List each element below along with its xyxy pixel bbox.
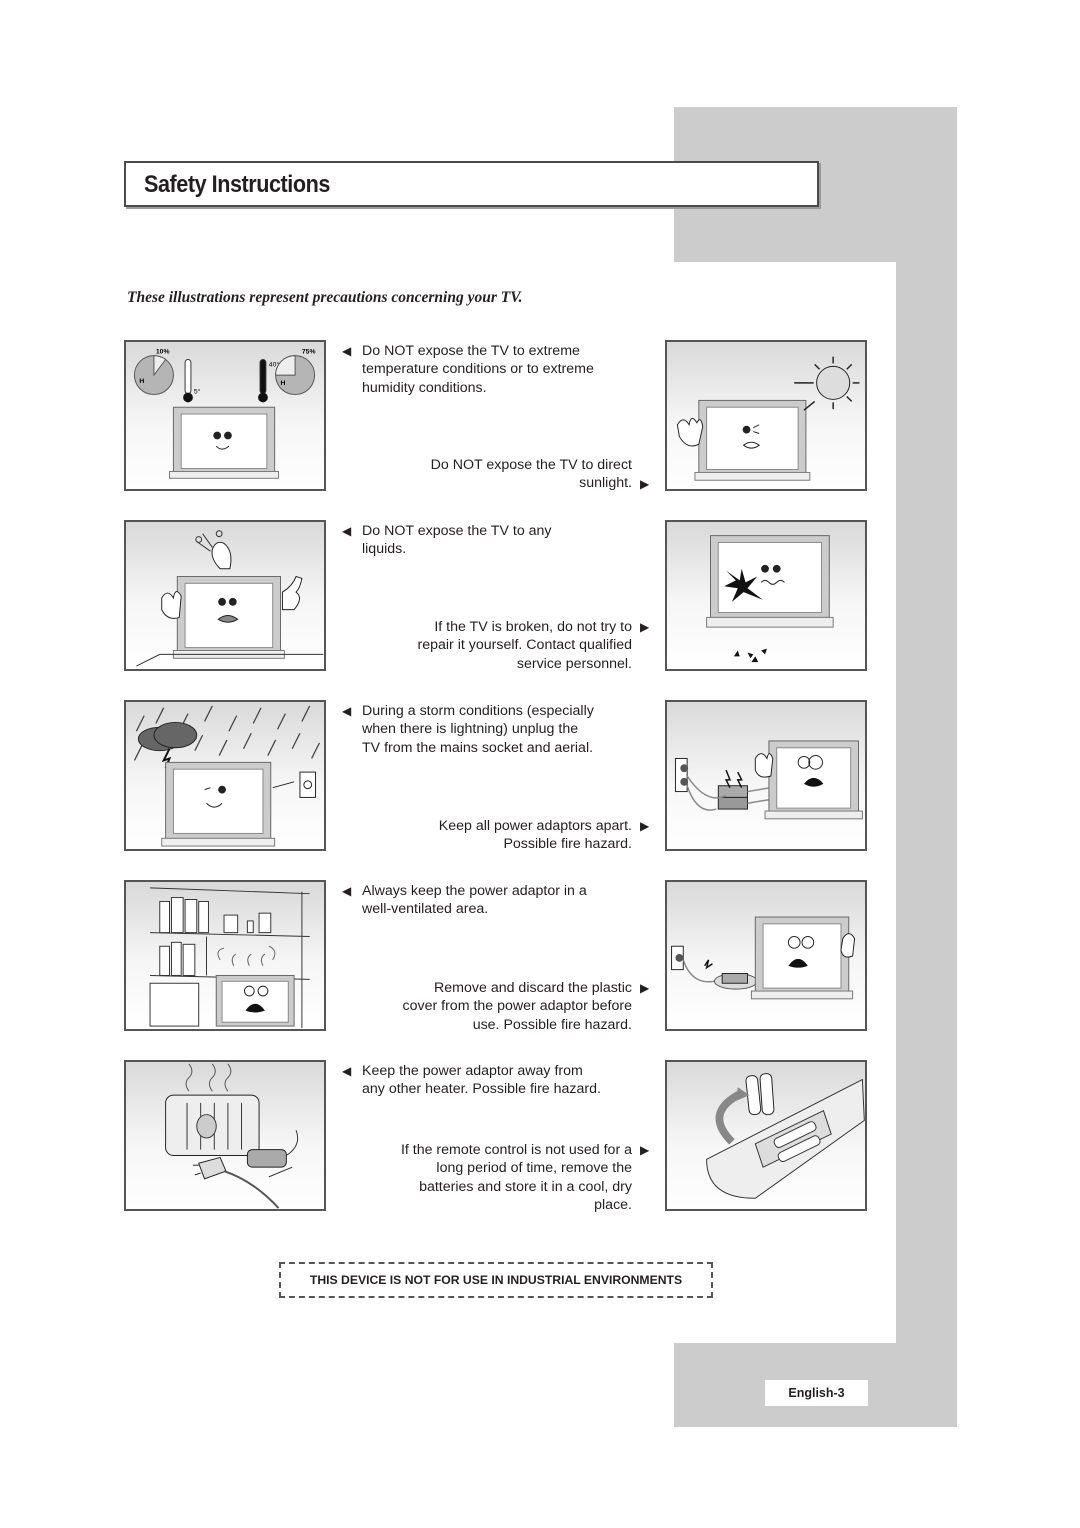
tv-broken-screen-icon	[706, 535, 834, 628]
page-subtitle: These illustrations represent precaution…	[127, 289, 523, 306]
hand-pointing-icon	[281, 575, 303, 611]
title-box: Safety Instructions	[124, 161, 819, 207]
heat-waves	[217, 945, 276, 966]
decorative-gray-strip	[896, 262, 957, 1343]
left-arrow-icon: ◀	[342, 344, 352, 358]
tv-scared-face-icon	[764, 740, 863, 820]
hand-icon	[676, 417, 704, 447]
tv-happy-face-icon	[169, 406, 280, 479]
illustration-storm	[124, 700, 326, 851]
right-arrow-icon: ▶	[640, 477, 650, 491]
right-arrow-icon: ▶	[640, 819, 650, 833]
instruction-text: Keep all power adaptors apart. Possible f…	[438, 818, 632, 853]
wall-socket-icon	[674, 757, 689, 793]
illustration-plastic-cover	[665, 880, 867, 1031]
heat-waves	[185, 1063, 232, 1092]
tv-shocked-face-icon	[750, 916, 854, 1000]
tv-distressed-face-icon	[215, 974, 295, 1027]
storm-cloud-icon	[137, 721, 198, 769]
instruction-text: If the remote control is not used for al…	[400, 1142, 632, 1213]
instruction-text: Do NOT expose the TV to extreme temperatu…	[362, 343, 594, 396]
humidity-gauge-low-icon: 10% H	[133, 349, 174, 396]
hand-icon	[161, 591, 182, 619]
svg-text:75%: 75%	[302, 349, 316, 356]
instruction-text: If the TV is broken, do not try to repair…	[417, 619, 633, 672]
power-plug	[272, 781, 295, 789]
illustration-power-adaptors	[665, 700, 867, 851]
heater-icon	[165, 1094, 260, 1156]
adaptor-in-plastic-icon	[704, 959, 758, 990]
left-arrow-icon: ◀	[342, 524, 352, 538]
right-arrow-icon: ▶	[640, 981, 650, 995]
industrial-use-notice: THIS DEVICE IS NOT FOR USE IN INDUSTRIAL…	[279, 1262, 713, 1298]
wall-socket-icon	[299, 771, 317, 798]
instruction-text: Do NOT expose the TV to any liquids.	[362, 523, 552, 558]
instruction-text: During a storm conditions (especially whe…	[362, 703, 594, 756]
page-number: English-3	[765, 1380, 868, 1406]
illustration-heater	[124, 1060, 326, 1211]
left-arrow-icon: ◀	[342, 1064, 352, 1078]
svg-text:H: H	[139, 378, 144, 385]
stacked-adaptors-icon	[717, 769, 748, 810]
svg-text:5°: 5°	[194, 388, 201, 396]
thermometer-low-icon: 5°	[183, 359, 201, 403]
illustration-remote-batteries	[665, 1060, 867, 1211]
humidity-gauge-high-icon: 75% H	[275, 349, 316, 396]
right-arrow-icon: ▶	[640, 620, 650, 634]
instruction-text: Keep the power adaptor away from any othe…	[362, 1063, 601, 1098]
page-title: Safety Instructions	[144, 171, 330, 198]
vase-icon	[195, 530, 232, 570]
batteries-icon	[745, 1073, 775, 1116]
illustration-sunlight	[665, 340, 867, 491]
illustration-ventilation	[124, 880, 326, 1031]
left-arrow-icon: ◀	[342, 704, 352, 718]
tv-winking-face-icon	[161, 761, 276, 847]
tv-worried-face-icon	[172, 576, 285, 659]
illustration-liquids	[124, 520, 326, 671]
illustration-temperature-humidity: 10% H 5° 40° 75% H	[124, 340, 326, 491]
curved-arrow-icon	[715, 1089, 744, 1145]
svg-text:10%: 10%	[156, 349, 170, 356]
left-arrow-icon: ◀	[342, 884, 352, 898]
glass-shards-icon	[733, 648, 767, 663]
tv-sweating-face-icon	[694, 399, 811, 481]
hand-icon	[754, 753, 774, 778]
svg-text:H: H	[280, 380, 285, 387]
instruction-text: Remove and discard the plastic cover from…	[402, 980, 633, 1033]
instruction-text: Do NOT expose the TV to direct sunlight.	[430, 457, 632, 492]
wall-socket-icon	[671, 945, 684, 971]
illustration-broken-tv	[665, 520, 867, 671]
instruction-text: Always keep the power adaptor in a well-v…	[362, 883, 587, 918]
right-arrow-icon: ▶	[640, 1143, 650, 1157]
